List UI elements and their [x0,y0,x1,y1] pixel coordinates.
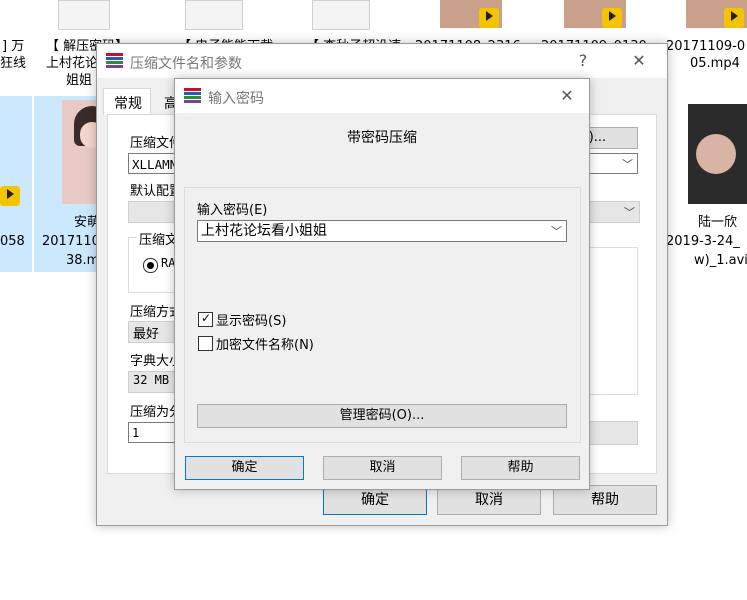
password-cancel-label: 取消 [369,460,396,475]
password-label: 输入密码(E) [197,203,268,218]
file-name: 20171109-0 [666,39,746,54]
tab-advanced[interactable]: 高 [151,90,178,114]
archive-help-label: 帮助 [591,492,619,508]
password-dialog-titlebar: 输入密码 ✕ [175,79,589,113]
file-tile[interactable]: 陆一欣 2019-3-24_ w)_1.avi [662,96,747,272]
file-thumbnail [58,0,110,30]
video-thumbnail [688,104,747,204]
player-badge-icon [724,8,744,28]
encrypt-filenames-label: 加密文件名称(N) [216,338,314,353]
archive-ok-label: 确定 [361,492,389,508]
file-name: 上村花论 [46,56,99,71]
winrar-icon [106,53,123,68]
password-dialog: 输入密码 ✕ 带密码压缩 输入密码(E) 上村花论坛看小姐姐 ﹀ ✓ 显示密码(… [174,78,590,490]
show-password-label: 显示密码(S) [216,314,287,329]
dialog-subtitle: 带密码压缩 [347,130,417,146]
file-name: 05.mp4 [690,56,740,71]
split-volume-value: 1 [132,426,140,440]
file-name: 姐姐 [66,73,93,88]
manage-passwords-label: 管理密码(O)... [339,408,425,423]
archive-name-value: XLLAMN [132,157,178,172]
rar-radio[interactable] [143,258,158,273]
player-badge-icon [602,8,622,28]
show-password-checkbox[interactable]: ✓ [198,312,213,327]
file-name: 2019-3-24_ [666,234,740,249]
password-help-button[interactable]: 帮助 [461,456,580,480]
archive-cancel-label: 取消 [475,492,503,508]
file-name: 38.m [66,253,100,268]
file-tile[interactable]: 20171108_2316 [412,0,532,54]
tab-general[interactable]: 常规 [103,88,151,115]
password-dialog-title: 输入密码 [208,91,264,107]
file-name: w)_1.avi [694,253,747,268]
help-icon[interactable]: ? [563,44,603,78]
file-tile[interactable]: 【 李秋子超没速 [282,0,402,54]
tab-general-label: 常规 [114,96,142,112]
password-help-label: 帮助 [507,460,534,475]
compression-method-value: 最好 [133,327,160,342]
chevron-down-icon[interactable]: ﹀ [624,204,635,220]
file-thumbnail [312,0,370,30]
file-name: 狂线 [0,56,27,71]
close-icon[interactable]: ✕ [619,44,659,78]
password-ok-label: 确定 [231,460,258,475]
set-password-button[interactable] [588,421,638,445]
close-icon[interactable]: ✕ [547,79,587,113]
winrar-icon [184,88,201,103]
file-tile[interactable]: ] 万 狂线 [0,0,32,96]
password-value: 上村花论坛看小姐姐 [201,223,327,239]
file-tile[interactable]: 20171109-0 05.mp4 [662,0,747,96]
player-badge-icon [0,186,20,206]
file-name: 陆一欣 [698,215,738,230]
file-name: 2017110 [42,234,100,249]
file-name: ] 万 [2,39,25,54]
file-tile-selected[interactable]: 058 [0,96,32,272]
password-combobox[interactable]: 上村花论坛看小姐姐 ﹀ [197,220,567,242]
checkmark-icon: ✓ [201,311,212,325]
archive-window-title: 压缩文件名和参数 [130,56,242,72]
file-name: 058 [0,234,25,249]
file-thumbnail [185,0,243,30]
manage-passwords-button[interactable]: 管理密码(O)... [197,404,567,428]
chevron-down-icon[interactable]: ﹀ [622,154,633,173]
file-tile[interactable]: 【 电子能能下载 [160,0,273,54]
file-tile[interactable]: 20171109_0130 [538,0,658,54]
password-groupbox: 输入密码(E) 上村花论坛看小姐姐 ﹀ ✓ 显示密码(S) 加密文件名称(N) … [184,187,581,443]
password-cancel-button[interactable]: 取消 [323,456,442,480]
chevron-down-icon[interactable]: ﹀ [551,221,562,241]
encrypt-filenames-checkbox[interactable] [198,336,213,351]
dictionary-size-value: 32 MB [133,373,170,387]
password-ok-button[interactable]: 确定 [185,456,304,480]
player-badge-icon [479,8,499,28]
archive-window-titlebar: 压缩文件名和参数 ? ✕ [97,44,667,78]
